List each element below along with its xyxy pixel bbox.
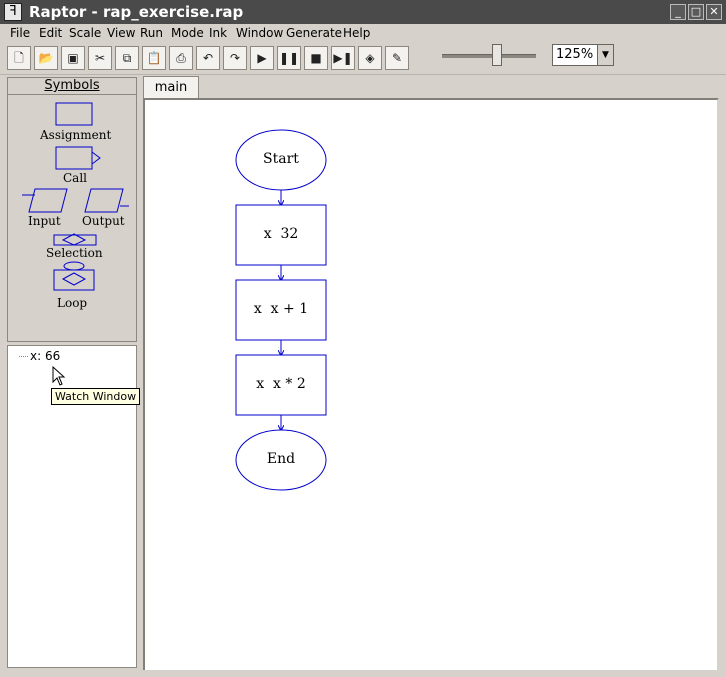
menu-mode[interactable]: Mode	[171, 26, 204, 40]
cut-icon[interactable]: ✂	[88, 46, 112, 70]
run-icon[interactable]: ▶	[250, 46, 274, 70]
menu-help[interactable]: Help	[343, 26, 370, 40]
redo-icon[interactable]: ↷	[223, 46, 247, 70]
output-label: Output	[82, 214, 125, 228]
menu-scale[interactable]: Scale	[69, 26, 101, 40]
ink-pen-icon[interactable]: ✎	[385, 46, 409, 70]
selection-label: Selection	[46, 246, 103, 260]
tooltip: Watch Window	[51, 388, 141, 405]
selection-symbol-icon[interactable]	[53, 234, 97, 246]
flowchart	[235, 129, 327, 491]
menu-run[interactable]: Run	[140, 26, 163, 40]
close-icon[interactable]: ✕	[706, 4, 722, 20]
tree-line	[19, 356, 28, 357]
save-icon[interactable]: ▣	[61, 46, 85, 70]
assignment-2-text: x x + 1	[253, 301, 309, 317]
window-title: Raptor - rap_exercise.rap	[29, 3, 244, 21]
maximize-icon[interactable]: □	[688, 4, 704, 20]
print-icon[interactable]: ⎙	[169, 46, 193, 70]
watch-variable[interactable]: x: 66	[30, 349, 60, 363]
menu-window[interactable]: Window	[236, 26, 283, 40]
paste-icon[interactable]: 📋	[142, 46, 166, 70]
pause-icon[interactable]: ❚❚	[277, 46, 301, 70]
symbols-panel: Symbols Assignment Call Input Output Sel…	[7, 77, 137, 342]
loop-label: Loop	[57, 296, 88, 310]
chevron-down-icon[interactable]: ▼	[597, 45, 613, 65]
zoom-slider-track[interactable]	[442, 54, 536, 58]
step-icon[interactable]: ▶❚	[331, 46, 355, 70]
call-symbol-icon[interactable]	[55, 146, 93, 170]
undo-icon[interactable]: ↶	[196, 46, 220, 70]
toolbar: 🗋 📂 ▣ ✂ ⧉ 📋 ⎙ ↶ ↷ ▶ ❚❚ ■ ▶❚ ◈ ✎	[0, 42, 726, 75]
open-folder-icon[interactable]: 📂	[34, 46, 58, 70]
input-symbol-icon[interactable]	[28, 188, 68, 213]
menu-generate[interactable]: Generate	[286, 26, 342, 40]
zoom-slider-thumb[interactable]	[492, 44, 502, 66]
minimize-icon[interactable]: _	[670, 4, 686, 20]
end-label: End	[266, 451, 296, 467]
title-bar: ꟻ Raptor - rap_exercise.rap _ □ ✕	[0, 0, 726, 24]
menu-edit[interactable]: Edit	[39, 26, 62, 40]
assignment-1-text: x 32	[263, 226, 299, 242]
test-server-icon[interactable]: ◈	[358, 46, 382, 70]
input-label: Input	[28, 214, 61, 228]
raptor-icon[interactable]: ꟻ	[4, 3, 22, 21]
flowchart-canvas[interactable]: Start x 32 x x + 1 x x * 2 End	[143, 98, 719, 672]
start-label: Start	[263, 151, 299, 167]
assignment-label: Assignment	[40, 128, 112, 142]
call-label: Call	[63, 171, 88, 185]
zoom-value: 125%	[556, 47, 594, 62]
assignment-symbol-icon[interactable]	[55, 102, 93, 126]
copy-icon[interactable]: ⧉	[115, 46, 139, 70]
menu-file[interactable]: File	[10, 26, 30, 40]
symbols-header[interactable]: Symbols	[8, 78, 136, 95]
mouse-cursor-icon	[52, 366, 66, 386]
loop-symbol-icon[interactable]	[63, 261, 85, 271]
menu-view[interactable]: View	[107, 26, 135, 40]
status-strip	[0, 670, 726, 677]
stop-icon[interactable]: ■	[304, 46, 328, 70]
menu-ink[interactable]: Ink	[209, 26, 227, 40]
zoom-select[interactable]: 125% ▼	[552, 44, 614, 66]
tab-main[interactable]: main	[143, 76, 199, 98]
new-file-icon[interactable]: 🗋	[7, 46, 31, 70]
assignment-3-text: x x * 2	[256, 376, 306, 392]
output-symbol-icon[interactable]	[84, 188, 124, 213]
menu-bar: File Edit Scale View Run Mode Ink Window…	[0, 24, 726, 42]
